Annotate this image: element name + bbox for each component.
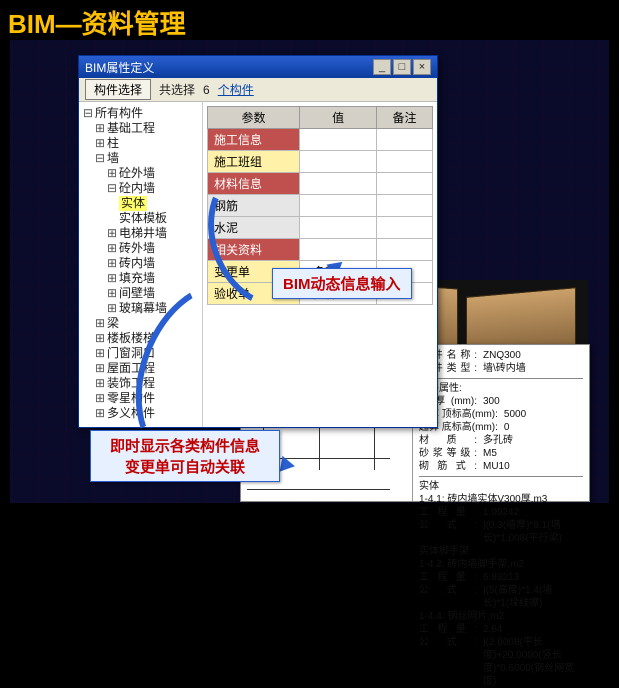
unit-link[interactable]: 个构件 bbox=[218, 81, 254, 98]
tree-node[interactable]: ⊞砖内墙 bbox=[83, 256, 198, 271]
dialog-titlebar[interactable]: BIM属性定义 _ □ × bbox=[79, 56, 437, 78]
col-value[interactable]: 值 bbox=[300, 107, 377, 129]
tree-node[interactable]: ⊞电梯井墙 bbox=[83, 226, 198, 241]
total-label: 共选择 bbox=[159, 81, 195, 98]
tree-root[interactable]: ⊟所有构件 bbox=[83, 106, 198, 121]
tree-node[interactable]: ⊞柱 bbox=[83, 136, 198, 151]
param-cell: 施工信息 bbox=[208, 129, 300, 151]
arrowhead-icon bbox=[280, 456, 297, 474]
close-button[interactable]: × bbox=[413, 59, 431, 75]
remark-cell[interactable] bbox=[377, 217, 433, 239]
tree-node[interactable]: ⊞砖外墙 bbox=[83, 241, 198, 256]
component-info-panel: 构件名称:ZNQ300 构件类型:墙\砖内墙 构件属性: 墙厚(mm):300 … bbox=[413, 345, 589, 501]
dialog-title: BIM属性定义 bbox=[85, 59, 154, 76]
tree-node-selected[interactable]: 实体 bbox=[83, 196, 198, 211]
tree-node[interactable]: ⊞基础工程 bbox=[83, 121, 198, 136]
slide-title: BIM—资料管理 bbox=[0, 0, 619, 45]
value-cell[interactable] bbox=[300, 151, 377, 173]
tree-node[interactable]: 实体模板 bbox=[83, 211, 198, 226]
remark-cell[interactable] bbox=[377, 173, 433, 195]
table-row[interactable]: 施工信息 bbox=[208, 129, 433, 151]
tree-node[interactable]: ⊟砼内墙 bbox=[83, 181, 198, 196]
select-components-button[interactable]: 构件选择 bbox=[85, 79, 151, 100]
remark-cell[interactable] bbox=[377, 239, 433, 261]
minimize-button[interactable]: _ bbox=[373, 59, 391, 75]
tree-node[interactable]: ⊞砼外墙 bbox=[83, 166, 198, 181]
col-param[interactable]: 参数 bbox=[208, 107, 300, 129]
remark-cell[interactable] bbox=[377, 129, 433, 151]
col-remark[interactable]: 备注 bbox=[377, 107, 433, 129]
tree-node[interactable]: ⊟墙 bbox=[83, 151, 198, 166]
remark-cell[interactable] bbox=[377, 195, 433, 217]
callout-line: 变更单可自动关联 bbox=[101, 456, 269, 477]
maximize-button[interactable]: □ bbox=[393, 59, 411, 75]
callout-display-info: 即时显示各类构件信息 变更单可自动关联 bbox=[90, 430, 280, 482]
value-cell[interactable] bbox=[300, 129, 377, 151]
dialog-toolbar: 构件选择 共选择 6 个构件 bbox=[79, 78, 437, 102]
selection-count: 6 bbox=[203, 83, 210, 97]
remark-cell[interactable] bbox=[377, 151, 433, 173]
tree-node[interactable]: ⊞填充墙 bbox=[83, 271, 198, 286]
callout-line: 即时显示各类构件信息 bbox=[101, 435, 269, 456]
slide-body: BIM属性定义 _ □ × 构件选择 共选择 6 个构件 ⊟所有构件 ⊞基础工程… bbox=[10, 40, 609, 503]
callout-dynamic-input: BIM动态信息输入 bbox=[272, 268, 412, 299]
